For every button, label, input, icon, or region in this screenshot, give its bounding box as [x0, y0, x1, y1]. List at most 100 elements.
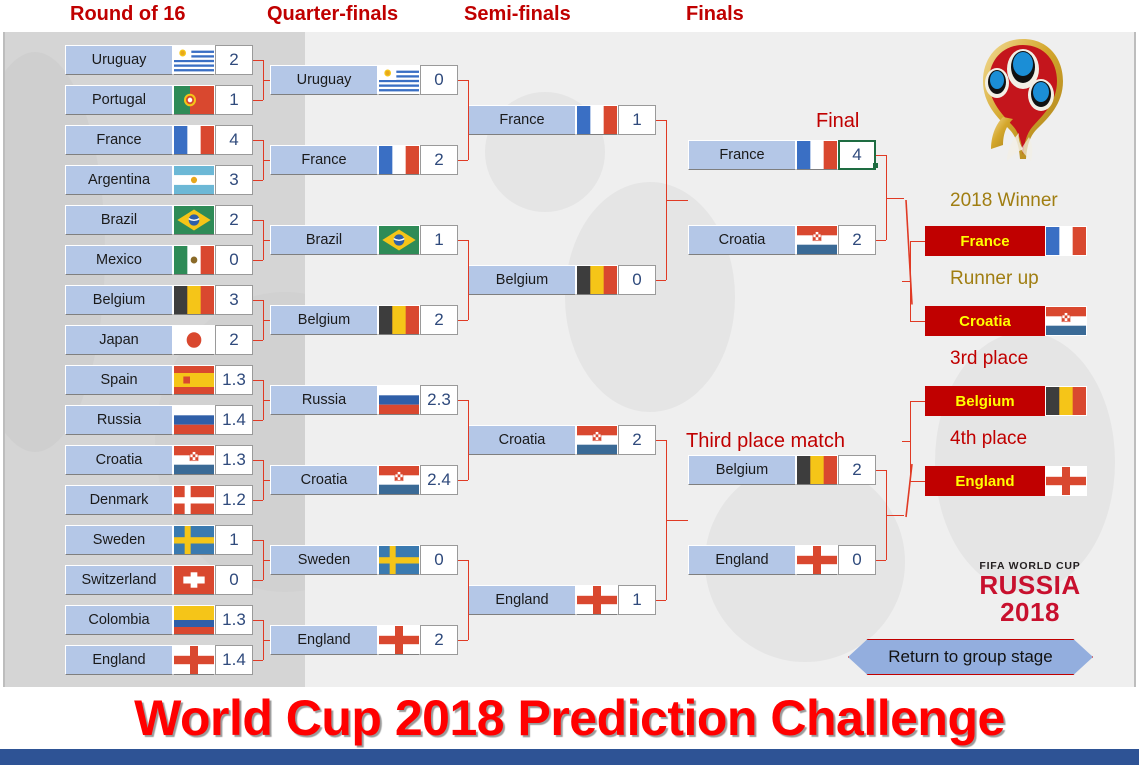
match-row[interactable]: France 4	[688, 140, 876, 170]
match-row[interactable]: Portugal 1	[65, 85, 253, 115]
bottom-accent-bar	[0, 749, 1139, 765]
score-cell[interactable]: 0	[420, 65, 458, 95]
match-row[interactable]: Russia 2.3	[270, 385, 458, 415]
team-name[interactable]: Colombia	[65, 605, 173, 635]
team-name[interactable]: Russia	[65, 405, 173, 435]
score-cell[interactable]: 1	[618, 585, 656, 615]
match-row[interactable]: Belgium 2	[688, 455, 876, 485]
score-cell[interactable]: 2	[838, 225, 876, 255]
score-cell[interactable]: 2	[215, 325, 253, 355]
match-row[interactable]: France 4	[65, 125, 253, 155]
match-row[interactable]: England 2	[270, 625, 458, 655]
team-name[interactable]: Belgium	[65, 285, 173, 315]
background-watermark	[935, 332, 1115, 592]
team-name[interactable]: Russia	[270, 385, 378, 415]
team-name[interactable]: France	[688, 140, 796, 170]
match-row[interactable]: England 1	[468, 585, 656, 615]
score-cell[interactable]: 0	[618, 265, 656, 295]
team-name[interactable]: Croatia	[270, 465, 378, 495]
match-row[interactable]: Sweden 0	[270, 545, 458, 575]
score-cell[interactable]: 0	[215, 245, 253, 275]
match-row[interactable]: Croatia 2	[688, 225, 876, 255]
team-name[interactable]: Uruguay	[65, 45, 173, 75]
match-row[interactable]: Sweden 1	[65, 525, 253, 555]
score-cell[interactable]: 4	[215, 125, 253, 155]
match-row[interactable]: England 0	[688, 545, 876, 575]
match-row[interactable]: Uruguay 2	[65, 45, 253, 75]
match-row[interactable]: Croatia 2.4	[270, 465, 458, 495]
title-bar: World Cup 2018 Prediction Challenge	[0, 687, 1139, 749]
match-row[interactable]: Argentina 3	[65, 165, 253, 195]
score-cell[interactable]: 1	[420, 225, 458, 255]
team-name[interactable]: Belgium	[468, 265, 576, 295]
match-row[interactable]: Belgium 2	[270, 305, 458, 335]
match-row[interactable]: Uruguay 0	[270, 65, 458, 95]
team-name[interactable]: England	[688, 545, 796, 575]
match-row[interactable]: Spain 1.3	[65, 365, 253, 395]
score-cell[interactable]: 2	[420, 145, 458, 175]
team-name[interactable]: Spain	[65, 365, 173, 395]
match-row[interactable]: Switzerland 0	[65, 565, 253, 595]
match-row[interactable]: France 2	[270, 145, 458, 175]
score-cell[interactable]: 1.4	[215, 645, 253, 675]
match-row[interactable]: Belgium 0	[468, 265, 656, 295]
team-name[interactable]: France	[65, 125, 173, 155]
score-cell[interactable]: 0	[420, 545, 458, 575]
score-cell[interactable]: 2	[420, 625, 458, 655]
team-name[interactable]: Switzerland	[65, 565, 173, 595]
score-cell[interactable]: 1.3	[215, 605, 253, 635]
score-cell[interactable]: 4	[838, 140, 876, 170]
team-name[interactable]: Portugal	[65, 85, 173, 115]
team-name[interactable]: Croatia	[65, 445, 173, 475]
score-cell[interactable]: 1.3	[215, 445, 253, 475]
score-cell[interactable]: 2.3	[420, 385, 458, 415]
score-cell[interactable]: 1.4	[215, 405, 253, 435]
score-cell[interactable]: 2.4	[420, 465, 458, 495]
match-row[interactable]: Brazil 2	[65, 205, 253, 235]
score-cell[interactable]: 3	[215, 285, 253, 315]
team-name[interactable]: Belgium	[270, 305, 378, 335]
score-cell[interactable]: 0	[838, 545, 876, 575]
team-name[interactable]: Brazil	[65, 205, 173, 235]
team-name[interactable]: France	[468, 105, 576, 135]
match-row[interactable]: Denmark 1.2	[65, 485, 253, 515]
score-cell[interactable]: 1.2	[215, 485, 253, 515]
team-name[interactable]: England	[65, 645, 173, 675]
team-name[interactable]: Uruguay	[270, 65, 378, 95]
score-cell[interactable]: 1	[215, 525, 253, 555]
match-row[interactable]: Russia 1.4	[65, 405, 253, 435]
match-row[interactable]: Japan 2	[65, 325, 253, 355]
match-row[interactable]: Belgium 3	[65, 285, 253, 315]
team-name[interactable]: Sweden	[65, 525, 173, 555]
team-name[interactable]: Argentina	[65, 165, 173, 195]
score-cell[interactable]: 2	[215, 45, 253, 75]
match-row[interactable]: Mexico 0	[65, 245, 253, 275]
score-cell[interactable]: 2	[215, 205, 253, 235]
team-name[interactable]: England	[468, 585, 576, 615]
match-row[interactable]: France 1	[468, 105, 656, 135]
match-row[interactable]: England 1.4	[65, 645, 253, 675]
team-name[interactable]: England	[270, 625, 378, 655]
team-name[interactable]: Mexico	[65, 245, 173, 275]
match-row[interactable]: Colombia 1.3	[65, 605, 253, 635]
return-to-group-stage-button[interactable]: Return to group stage	[848, 639, 1093, 675]
match-row[interactable]: Croatia 2	[468, 425, 656, 455]
team-name[interactable]: Brazil	[270, 225, 378, 255]
score-cell[interactable]: 0	[215, 565, 253, 595]
score-cell[interactable]: 2	[838, 455, 876, 485]
score-cell[interactable]: 1.3	[215, 365, 253, 395]
score-cell[interactable]: 1	[618, 105, 656, 135]
team-name[interactable]: Japan	[65, 325, 173, 355]
score-cell[interactable]: 2	[618, 425, 656, 455]
team-name[interactable]: Croatia	[468, 425, 576, 455]
team-name[interactable]: Belgium	[688, 455, 796, 485]
score-cell[interactable]: 1	[215, 85, 253, 115]
score-cell[interactable]: 2	[420, 305, 458, 335]
match-row[interactable]: Brazil 1	[270, 225, 458, 255]
team-name[interactable]: Sweden	[270, 545, 378, 575]
team-name[interactable]: Croatia	[688, 225, 796, 255]
team-name[interactable]: France	[270, 145, 378, 175]
match-row[interactable]: Croatia 1.3	[65, 445, 253, 475]
score-cell[interactable]: 3	[215, 165, 253, 195]
team-name[interactable]: Denmark	[65, 485, 173, 515]
